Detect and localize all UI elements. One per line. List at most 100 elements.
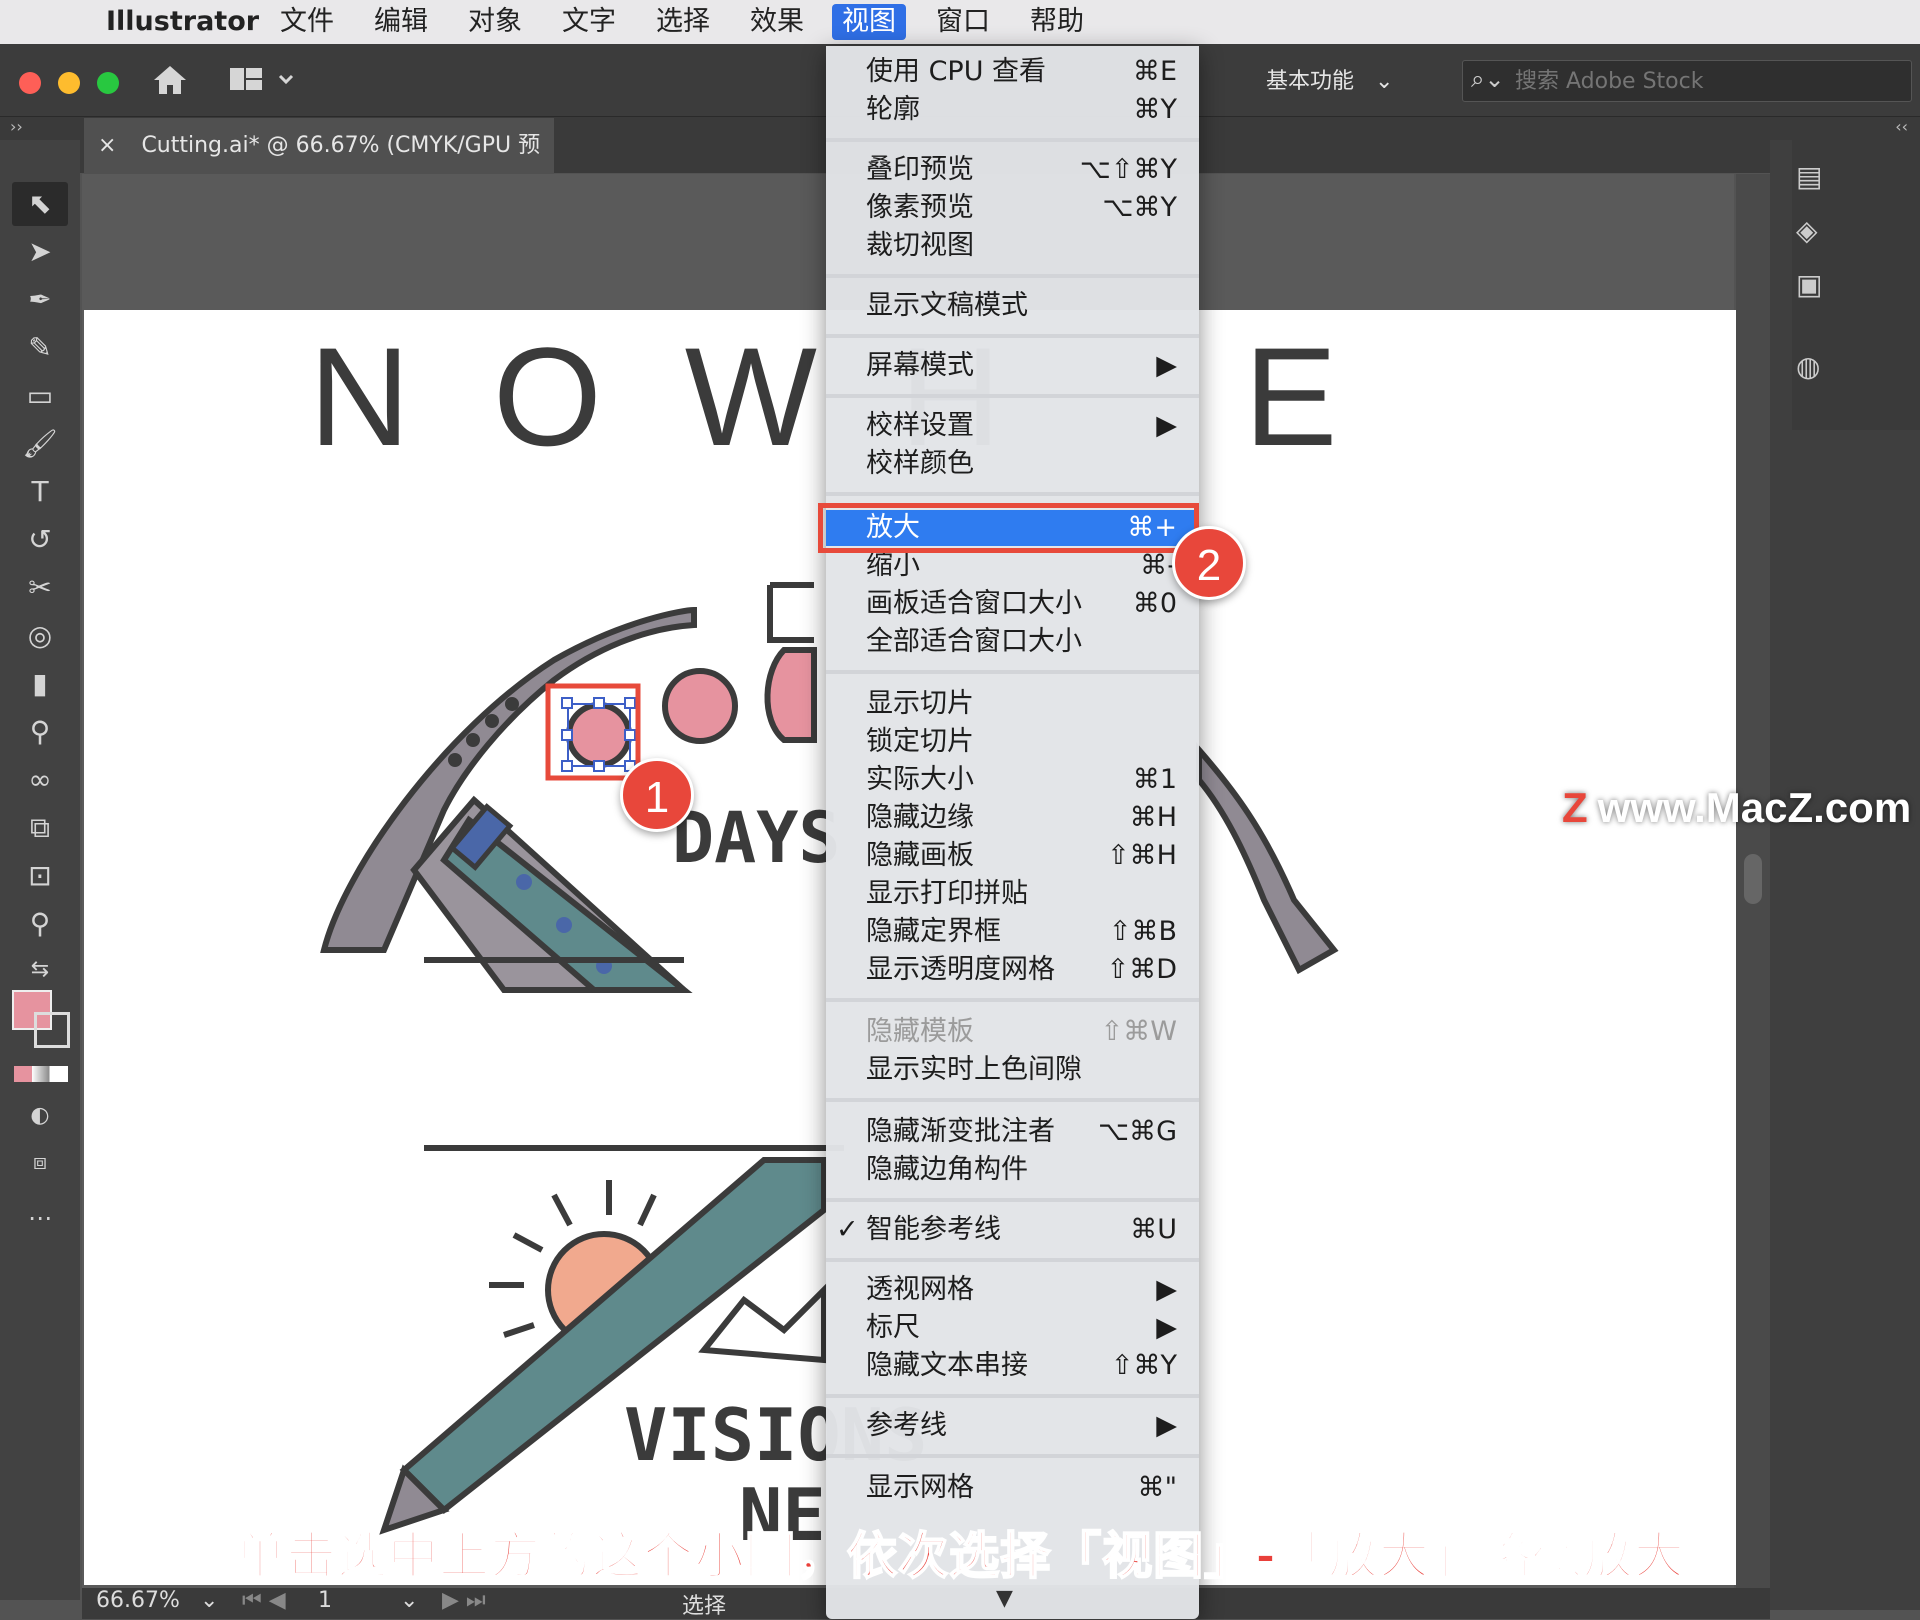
menu-item-presentation-mode[interactable]: 显示文稿模式 [826,288,1199,324]
menu-item-fit-artboard[interactable]: 画板适合窗口大小 ⌘0 [826,586,1199,622]
zoom-dropdown-icon[interactable]: ⌄ [200,1588,218,1613]
artboard-tool-icon[interactable]: ⊡ [22,858,58,894]
menu-item-zoom-out[interactable]: 缩小 ⌘- [826,548,1199,584]
curvature-tool-icon[interactable]: ✎ [22,330,58,366]
type-tool-icon[interactable]: T [22,474,58,510]
blend-tool-icon[interactable]: ∞ [22,762,58,798]
collapse-panels-icon[interactable]: ‹‹ [1895,117,1908,136]
zoom-window-button[interactable] [97,72,119,94]
menu-item-trim-view[interactable]: 裁切视图 [826,228,1199,264]
menu-item-rulers[interactable]: 标尺 ▶ [826,1310,1199,1346]
arrange-documents-icon[interactable] [228,64,298,96]
menu-item-proof-colors[interactable]: 校样颜色 [826,446,1199,482]
paintbrush-tool-icon[interactable]: 🖌 [22,426,58,462]
menu-item-smart-guides[interactable]: ✓ 智能参考线 ⌘U [826,1212,1199,1248]
scroll-thumb[interactable] [1744,854,1762,904]
rectangle-tool-icon[interactable]: ▭ [22,378,58,414]
menu-help[interactable]: 帮助 [1020,4,1094,40]
draw-mode-icon[interactable]: ◐ [22,1098,58,1134]
medium-pink-circle[interactable] [662,668,738,744]
home-icon[interactable] [150,60,190,100]
pen-tool-icon[interactable]: ✒ [22,282,58,318]
direct-selection-tool-icon[interactable]: ➤ [22,234,58,270]
menu-item-show-slices[interactable]: 显示切片 [826,686,1199,722]
menu-item-proof-setup[interactable]: 校样设置 ▶ [826,408,1199,444]
menu-item-lock-slices[interactable]: 锁定切片 [826,724,1199,760]
menu-item-show-print-tiling[interactable]: 显示打印拼贴 [826,876,1199,912]
menu-item-show-live-paint-gaps[interactable]: 显示实时上色间隙 [826,1052,1199,1088]
panel-dock: ▤ ◈ ▣ ◍ [1770,140,1920,1610]
menu-item-hide-text-threads[interactable]: 隐藏文本串接 ⇧⌘Y [826,1348,1199,1384]
gradient-tool-icon[interactable]: ▮ [22,666,58,702]
properties-panel-icon[interactable]: ▤ [1796,160,1832,196]
workspace-switcher[interactable]: 基本功能 ⌄ [1266,66,1426,98]
menu-item-outline[interactable]: 轮廓 ⌘Y [826,92,1199,128]
shape-builder-tool-icon[interactable]: ⧉ [22,810,58,846]
menu-effect[interactable]: 效果 [740,4,814,40]
next-artboard-icon[interactable]: ▶ ⏭ [442,1588,486,1613]
menu-item-show-transparency-grid[interactable]: 显示透明度网格 ⇧⌘D [826,952,1199,988]
menu-object[interactable]: 对象 [458,4,532,40]
menu-item-cpu-view[interactable]: 使用 CPU 查看 ⌘E [826,54,1199,90]
artboard-dropdown-icon[interactable]: ⌄ [400,1588,418,1613]
selection-handle[interactable] [624,697,636,709]
stroke-color-swatch[interactable] [34,1012,70,1048]
screen-mode-icon[interactable]: ⧈ [22,1145,58,1181]
zoom-tool-icon[interactable]: ⚲ [22,906,58,942]
menu-separator [826,492,1199,496]
menu-item-perspective-grid[interactable]: 透视网格 ▶ [826,1272,1199,1308]
menu-item-hide-edges[interactable]: 隐藏边缘 ⌘H [826,800,1199,836]
menu-item-screen-mode[interactable]: 屏幕模式 ▶ [826,348,1199,384]
selection-tool-icon[interactable]: ⬉ [12,182,68,226]
vertical-scrollbar[interactable] [1736,174,1770,1594]
menu-type[interactable]: 文字 [552,4,626,40]
expand-toolbar-icon[interactable]: ›› [10,117,23,136]
menu-item-hide-gradient-annotator[interactable]: 隐藏渐变批注者 ⌥⌘G [826,1114,1199,1150]
width-tool-icon[interactable]: ◎ [22,618,58,654]
menu-item-show-grid[interactable]: 显示网格 ⌘" [826,1470,1199,1506]
menu-item-hide-bounding-box[interactable]: 隐藏定界框 ⇧⌘B [826,914,1199,950]
more-tools-icon[interactable]: ⋯ [22,1200,58,1236]
selection-handle[interactable] [561,729,573,741]
menu-item-fit-all[interactable]: 全部适合窗口大小 [826,624,1199,660]
menu-scroll-down-icon[interactable]: ▼ [996,1586,1013,1611]
zoom-level-field[interactable]: 66.67% [96,1588,180,1613]
apple-icon[interactable] [30,4,50,40]
menu-item-pixel-preview[interactable]: 像素预览 ⌥⌘Y [826,190,1199,226]
menu-item-guides[interactable]: 参考线 ▶ [826,1408,1199,1444]
layers-panel-icon[interactable]: ◈ [1796,214,1832,250]
menu-select[interactable]: 选择 [646,4,720,40]
document-tab[interactable]: × Cutting.ai* @ 66.67% (CMYK/GPU 预览) [84,118,554,214]
annotation-step-badge-1: 1 [620,758,694,832]
menu-view[interactable]: 视图 [832,4,906,40]
first-artboard-icon[interactable]: ⏮ ◀ [242,1588,286,1613]
menu-window[interactable]: 窗口 [926,4,1000,40]
app-menu[interactable]: Illustrator [96,4,269,40]
menu-item-actual-size[interactable]: 实际大小 ⌘1 [826,762,1199,798]
menu-file[interactable]: 文件 [270,4,344,40]
minimize-window-button[interactable] [58,72,80,94]
selection-handle[interactable] [593,760,605,772]
small-pink-circle[interactable] [566,702,632,768]
menu-item-overprint-preview[interactable]: 叠印预览 ⌥⇧⌘Y [826,152,1199,188]
menu-separator [826,1394,1199,1398]
rotate-tool-icon[interactable]: ↺ [22,522,58,558]
color-mode-buttons[interactable] [14,1066,68,1082]
eyedropper-tool-icon[interactable]: ⚲ [22,714,58,750]
artboard-number-field[interactable]: 1 [318,1588,332,1613]
menu-item-hide-artboards[interactable]: 隐藏画板 ⇧⌘H [826,838,1199,874]
menu-edit[interactable]: 编辑 [364,4,438,40]
stock-search-input[interactable] [1513,65,1897,97]
selection-handle[interactable] [593,697,605,709]
libraries-panel-icon[interactable]: ▣ [1796,268,1832,304]
color-panel-icon[interactable]: ◍ [1796,350,1832,386]
swap-fill-stroke-icon[interactable]: ⇆ [22,952,58,988]
menu-item-hide-corner-widget[interactable]: 隐藏边角构件 [826,1152,1199,1188]
selection-handle[interactable] [561,697,573,709]
selection-handle[interactable] [561,760,573,772]
scissors-tool-icon[interactable]: ✂ [22,570,58,606]
selection-handle[interactable] [624,729,636,741]
close-tab-icon[interactable]: × [98,133,116,158]
close-window-button[interactable] [19,72,41,94]
stock-search-field[interactable]: ⌕⌄ [1462,60,1912,102]
